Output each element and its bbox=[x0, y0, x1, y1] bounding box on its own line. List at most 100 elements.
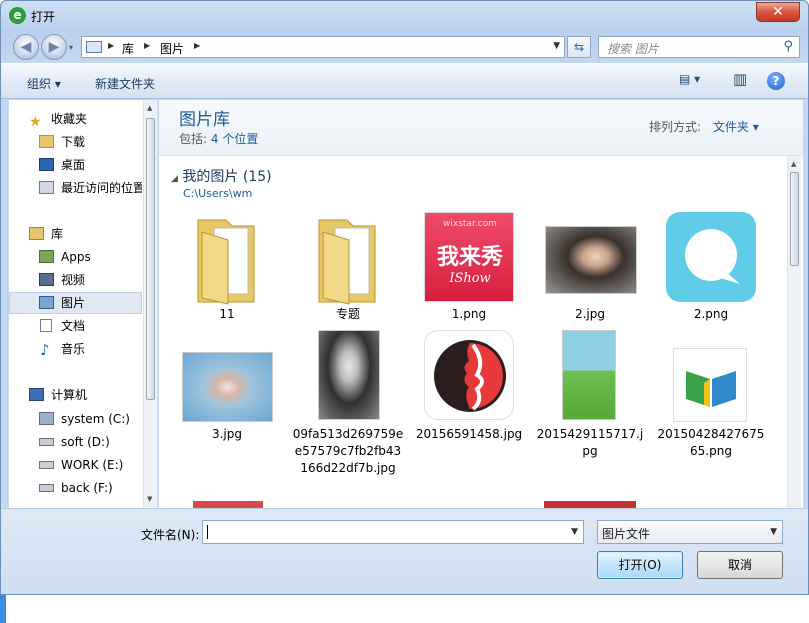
navigation-bar: ◀ ▶ ▾ ▶ 库 ▶ 图片 ▶ ▼ ⇆ 搜索 图片 ⚲ bbox=[1, 31, 808, 63]
sidebar-item-drive-c[interactable]: system (C:) bbox=[9, 408, 142, 430]
file-item[interactable]: 3.jpg bbox=[171, 336, 283, 456]
scroll-down-icon[interactable]: ▼ bbox=[147, 495, 152, 503]
open-button[interactable]: 打开(O) bbox=[597, 551, 683, 579]
file-list-scrollbar[interactable]: ▲ bbox=[787, 156, 801, 508]
sidebar-item-label: back (F:) bbox=[61, 481, 113, 495]
file-item[interactable]: 2015429115717.jpg bbox=[534, 330, 646, 476]
sidebar-item-videos[interactable]: 视频 bbox=[9, 269, 142, 291]
file-name: 2.png bbox=[693, 307, 729, 321]
thumb-caption: wixstar.com bbox=[443, 219, 497, 229]
sidebar-item-label: 最近访问的位置 bbox=[61, 181, 142, 195]
breadcrumb-separator-icon[interactable]: ▶ bbox=[108, 41, 114, 50]
video-icon bbox=[39, 273, 54, 286]
file-item[interactable]: 2.jpg bbox=[534, 206, 646, 326]
group-path: C:\Users\wm bbox=[183, 187, 253, 200]
sidebar-item-libraries[interactable]: 库 bbox=[9, 223, 142, 245]
partial-thumbnail[interactable] bbox=[193, 501, 263, 508]
organize-menu-button[interactable]: 组织 ▾ bbox=[27, 75, 61, 92]
filename-dropdown-icon[interactable]: ▼ bbox=[571, 527, 578, 537]
sidebar-item-music[interactable]: ♪ 音乐 bbox=[9, 338, 142, 360]
sidebar-item-desktop[interactable]: 桌面 bbox=[9, 154, 142, 176]
file-list-scroll-thumb[interactable] bbox=[790, 172, 799, 266]
search-icon[interactable]: ⚲ bbox=[783, 39, 793, 54]
sidebar-scroll-thumb[interactable] bbox=[146, 118, 155, 400]
breadcrumb-pictures[interactable]: 图片 bbox=[160, 40, 184, 57]
taskbar-edge bbox=[0, 595, 6, 623]
sidebar-item-label: 图片 bbox=[61, 296, 86, 310]
address-dropdown-icon[interactable]: ▼ bbox=[553, 41, 560, 51]
thumb-subtitle: IShow bbox=[449, 271, 491, 286]
breadcrumb-separator-icon[interactable]: ▶ bbox=[144, 41, 150, 50]
address-bar[interactable]: ▶ 库 ▶ 图片 ▶ ▼ bbox=[81, 36, 565, 58]
help-icon[interactable]: ? bbox=[767, 72, 785, 90]
drive-icon bbox=[39, 461, 54, 469]
sidebar-item-label: 收藏夹 bbox=[51, 112, 88, 126]
new-folder-button[interactable]: 新建文件夹 bbox=[95, 75, 155, 92]
preview-pane-button[interactable]: ▥ bbox=[733, 70, 747, 88]
chat-bubble-icon bbox=[685, 229, 740, 284]
command-bar: 组织 ▾ 新建文件夹 ▤ ▾ ▥ ? bbox=[1, 63, 808, 99]
apps-icon bbox=[39, 250, 54, 263]
breadcrumb-separator-icon[interactable]: ▶ bbox=[194, 41, 200, 50]
close-button[interactable]: ✕ bbox=[756, 2, 800, 22]
library-icon bbox=[29, 227, 44, 240]
arrange-by-dropdown[interactable]: 文件夹 ▾ bbox=[713, 120, 759, 134]
sidebar-item-pictures[interactable]: 图片 bbox=[9, 292, 142, 314]
thumb-title: 我来秀 bbox=[436, 245, 503, 270]
logo-thumbnail: wixstar.com 我来秀 IShow bbox=[424, 212, 514, 302]
file-item[interactable]: 11 bbox=[171, 206, 283, 326]
partial-thumbnail[interactable] bbox=[544, 501, 636, 508]
library-includes: 包括: 4 个位置 bbox=[179, 130, 258, 147]
dialog-footer: 文件名(N): ▼ 图片文件 ▼ 打开(O) 取消 bbox=[1, 508, 808, 594]
open-file-dialog: e 打开 ✕ ◀ ▶ ▾ ▶ 库 ▶ 图片 ▶ ▼ ⇆ 搜索 图片 ⚲ 组织 ▾… bbox=[0, 0, 809, 595]
recent-pages-dropdown-icon[interactable]: ▾ bbox=[69, 43, 73, 52]
file-type-select[interactable]: 图片文件 ▼ bbox=[597, 520, 783, 544]
ie-logo-icon: e bbox=[9, 7, 26, 24]
includes-label: 包括: bbox=[179, 132, 208, 146]
file-name: 2.jpg bbox=[574, 307, 606, 321]
file-item[interactable]: 20150428427675 65.png bbox=[655, 336, 767, 476]
drive-icon bbox=[39, 484, 54, 492]
drive-icon bbox=[39, 438, 54, 446]
file-item[interactable]: 2.png bbox=[655, 206, 767, 326]
cancel-button[interactable]: 取消 bbox=[697, 551, 783, 579]
text-cursor bbox=[207, 525, 208, 539]
filename-input[interactable]: ▼ bbox=[202, 520, 584, 544]
file-item[interactable]: 09fa513d269759ee57579c7fb2fb43166d22df7b… bbox=[292, 330, 404, 496]
file-item[interactable]: wixstar.com 我来秀 IShow 1.png bbox=[413, 206, 525, 326]
group-header[interactable]: ◢ 我的图片 (15) bbox=[171, 166, 272, 186]
sidebar-item-recent[interactable]: 最近访问的位置 bbox=[9, 177, 142, 199]
file-item[interactable]: 20156591458.jpg bbox=[413, 330, 525, 476]
search-placeholder: 搜索 图片 bbox=[607, 42, 659, 56]
title-bar[interactable]: e 打开 ✕ bbox=[1, 1, 808, 31]
sidebar-item-label: 音乐 bbox=[61, 342, 86, 356]
sidebar-item-drive-f[interactable]: back (F:) bbox=[9, 477, 142, 499]
change-view-button[interactable]: ▤ ▾ bbox=[679, 72, 700, 86]
breadcrumb-library[interactable]: 库 bbox=[122, 40, 134, 57]
search-input[interactable]: 搜索 图片 ⚲ bbox=[598, 36, 800, 58]
refresh-button[interactable]: ⇆ bbox=[567, 36, 591, 58]
system-drive-icon bbox=[39, 412, 54, 425]
file-name: 09fa513d269759ee57579c7fb2fb43166d22df7b… bbox=[292, 427, 404, 475]
sidebar-item-downloads[interactable]: 下载 bbox=[9, 131, 142, 153]
file-name: 2015429115717.jpg bbox=[536, 427, 644, 458]
forward-button[interactable]: ▶ bbox=[41, 34, 67, 60]
file-type-dropdown-icon[interactable]: ▼ bbox=[770, 527, 777, 537]
collapse-triangle-icon[interactable]: ◢ bbox=[171, 174, 178, 184]
file-item[interactable]: 专题 bbox=[292, 206, 404, 326]
window-title: 打开 bbox=[31, 10, 56, 24]
sidebar-item-computer[interactable]: 计算机 bbox=[9, 384, 142, 406]
sidebar-item-documents[interactable]: 文档 bbox=[9, 315, 142, 337]
sidebar-item-drive-e[interactable]: WORK (E:) bbox=[9, 454, 142, 476]
back-button[interactable]: ◀ bbox=[13, 34, 39, 60]
sidebar-item-drive-d[interactable]: soft (D:) bbox=[9, 431, 142, 453]
scroll-up-icon[interactable]: ▲ bbox=[791, 160, 796, 168]
file-list-pane: 图片库 包括: 4 个位置 排列方式: 文件夹 ▾ ◢ 我的图片 (15) C:… bbox=[159, 100, 803, 508]
sidebar-item-favorites[interactable]: ★ 收藏夹 bbox=[9, 108, 142, 130]
sidebar-item-apps[interactable]: Apps bbox=[9, 246, 142, 268]
arrange-label: 排列方式: bbox=[649, 120, 702, 134]
sidebar-scrollbar[interactable]: ▲ ▼ bbox=[143, 100, 157, 508]
includes-locations-link[interactable]: 4 个位置 bbox=[211, 132, 258, 146]
file-name: 20150428427675 65.png bbox=[657, 427, 765, 458]
scroll-up-icon[interactable]: ▲ bbox=[147, 104, 152, 112]
